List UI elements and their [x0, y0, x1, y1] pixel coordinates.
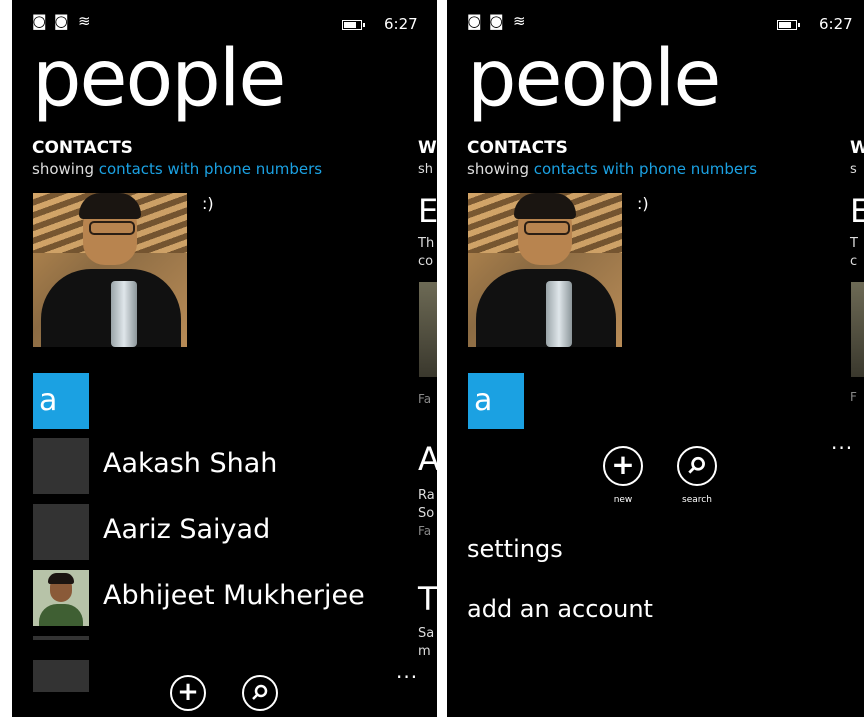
whats-new-peek: W s E T c F [847, 0, 864, 717]
status-bar: ◙ ◙ ≋ 6:27 [447, 10, 864, 36]
new-button-label: new [613, 495, 633, 505]
group-letter-tile[interactable]: a [33, 373, 89, 429]
add-icon: + [177, 677, 199, 707]
peek-heading: W [418, 138, 437, 158]
more-button[interactable]: ... [396, 659, 418, 683]
peek-text: Th [418, 236, 435, 251]
peek-name: T [418, 580, 437, 618]
profile-status-text: :) [202, 194, 214, 213]
search-button[interactable] [242, 675, 278, 711]
peek-sub: sh [418, 162, 434, 177]
filter-link[interactable]: contacts with phone numbers [534, 160, 757, 178]
peek-text: Sa [418, 626, 435, 641]
signal-icon: ◙ [489, 12, 504, 30]
clock: 6:27 [384, 15, 418, 33]
contact-thumbnail [33, 504, 89, 560]
profile-status-text: :) [637, 194, 649, 213]
filter-prefix: showing [467, 160, 529, 178]
section-filter-text: showing contacts with phone numbers [32, 160, 322, 178]
peek-text: co [418, 254, 434, 269]
contact-name: Aakash Shah [103, 448, 278, 479]
peek-text: m [418, 644, 431, 659]
search-icon [688, 456, 705, 474]
peek-text: c [850, 254, 858, 269]
status-bar: ◙ ◙ ≋ 6:27 [12, 10, 437, 36]
peek-text: T [850, 236, 858, 251]
peek-image [419, 282, 437, 377]
menu-item-add-account[interactable]: add an account [467, 595, 653, 623]
search-button-label: search [682, 495, 712, 505]
filter-link[interactable]: contacts with phone numbers [99, 160, 322, 178]
phone-screen-right: ◙ ◙ ≋ 6:27 people CONTACTS showing conta… [447, 0, 864, 717]
battery-icon [777, 20, 800, 30]
search-button[interactable] [677, 446, 717, 486]
peek-text: Ra [418, 488, 435, 503]
filter-prefix: showing [32, 160, 94, 178]
app-bar: + ... [12, 659, 437, 717]
signal-icon: ◙ [54, 12, 69, 30]
phone-screen-left: ◙ ◙ ≋ 6:27 people CONTACTS showing conta… [12, 0, 437, 717]
battery-icon [342, 20, 365, 30]
peek-name: E [850, 192, 864, 230]
menu-item-settings[interactable]: settings [467, 535, 563, 563]
group-letter-tile[interactable]: a [468, 373, 524, 429]
contact-thumbnail [33, 438, 89, 494]
peek-source: F [850, 390, 857, 404]
signal-icon: ◙ [32, 12, 47, 30]
wifi-icon: ≋ [78, 12, 91, 30]
peek-text: So [418, 506, 435, 521]
new-button[interactable]: + [603, 446, 643, 486]
search-icon [252, 684, 268, 700]
wifi-icon: ≋ [513, 12, 526, 30]
peek-source: Fa [418, 392, 432, 406]
page-title: people [32, 34, 286, 124]
add-icon: + [611, 448, 635, 481]
peek-sub: s [850, 162, 857, 177]
peek-heading: W [850, 138, 864, 158]
page-title: people [467, 34, 721, 124]
peek-name: E [418, 192, 437, 230]
contact-name: Abhijeet Mukherjee [103, 580, 365, 611]
signal-icon: ◙ [467, 12, 482, 30]
peek-name: A [418, 440, 437, 478]
add-button[interactable]: + [170, 675, 206, 711]
peek-image [851, 282, 864, 377]
whats-new-peek: W sh E Th co Fa A Ra So Fa T Sa m [415, 0, 437, 717]
my-profile-photo[interactable] [33, 193, 187, 347]
section-heading[interactable]: CONTACTS [32, 138, 133, 158]
section-filter-text: showing contacts with phone numbers [467, 160, 757, 178]
contact-name: Aariz Saiyad [103, 514, 271, 545]
contact-photo [33, 570, 89, 626]
my-profile-photo[interactable] [468, 193, 622, 347]
section-heading[interactable]: CONTACTS [467, 138, 568, 158]
peek-source: Fa [418, 524, 432, 538]
